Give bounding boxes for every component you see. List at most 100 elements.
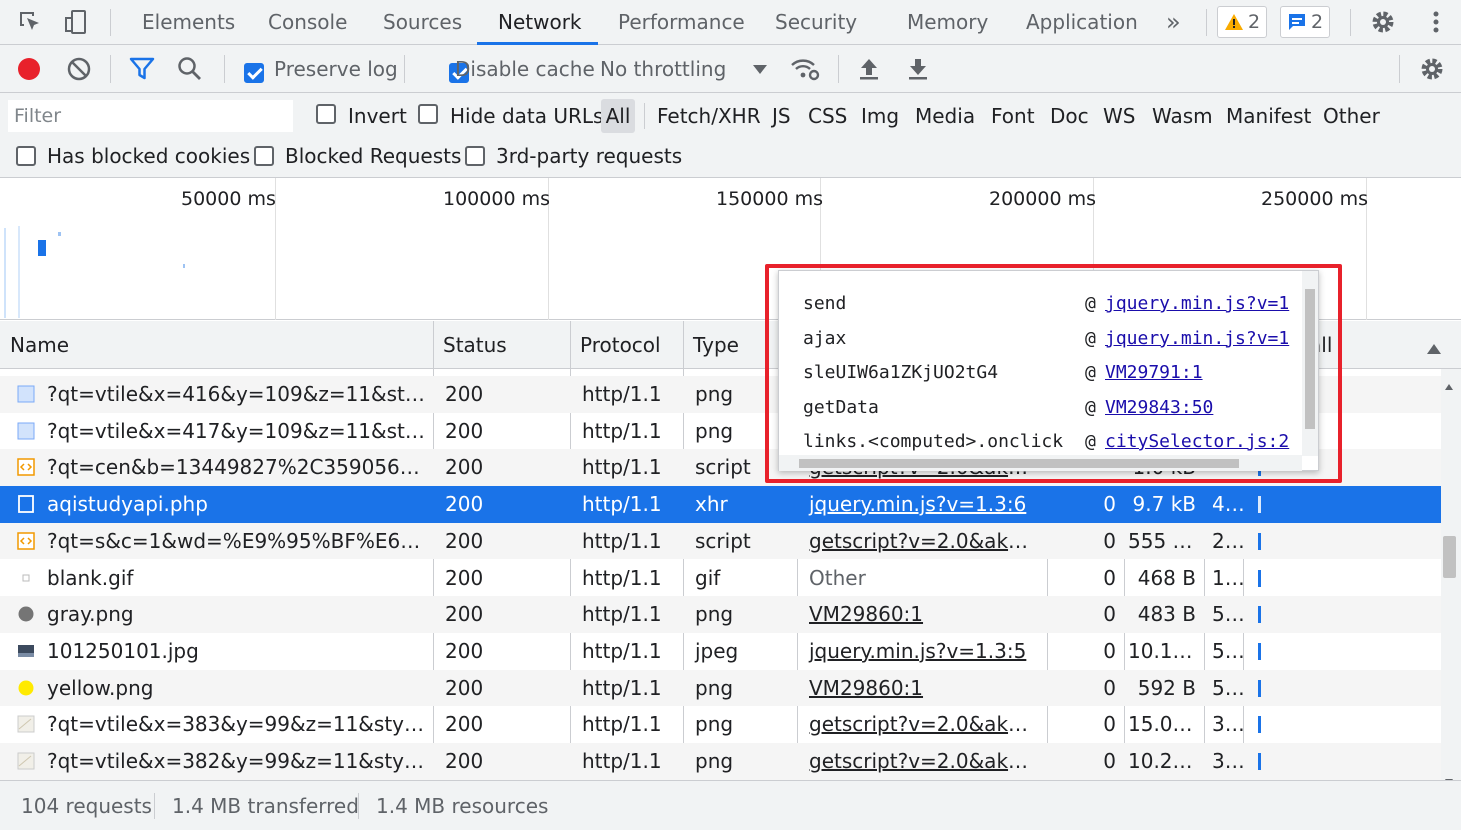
cell-name: ?qt=vtile&x=382&y=99&z=11&styles...	[0, 743, 433, 780]
cell-size-b: 468 B	[1124, 560, 1204, 597]
separator	[110, 9, 111, 36]
tab-console[interactable]: Console	[268, 0, 347, 45]
export-har-icon[interactable]	[902, 53, 934, 85]
messages-badge[interactable]: 2	[1280, 6, 1331, 38]
invert-checkbox[interactable]	[316, 104, 336, 124]
type-text: png	[695, 712, 734, 737]
warnings-badge[interactable]: 2	[1217, 6, 1268, 38]
table-scrollbar-thumb[interactable]	[1443, 536, 1456, 578]
status-text: 200	[445, 455, 484, 480]
filter-type-all[interactable]: All	[601, 99, 635, 133]
filter-type-font[interactable]: Font	[991, 93, 1035, 139]
network-conditions-icon[interactable]	[789, 53, 821, 85]
tab-sources[interactable]: Sources	[383, 0, 462, 45]
timeline-activity-mark	[183, 264, 185, 268]
record-icon[interactable]	[13, 53, 45, 85]
cell-initiator[interactable]: getscript?v=2.0&ak=V...	[797, 743, 1047, 780]
tab-memory[interactable]: Memory	[907, 0, 988, 45]
filter-type-js[interactable]: JS	[772, 93, 791, 139]
name-text: yellow.png	[47, 675, 154, 700]
hide-data-urls-checkbox[interactable]	[418, 104, 438, 124]
cell-protocol: http/1.1	[570, 743, 683, 780]
table-row[interactable]: 101250101.jpg 200 http/1.1 jpeg jquery.min.j…	[0, 633, 1441, 670]
type-text: png	[695, 382, 734, 406]
cell-status: 200	[433, 743, 570, 780]
cell-initiator[interactable]: VM29860:1	[797, 670, 1047, 707]
table-row[interactable]: aqistudyapi.php 200 http/1.1 xhr jquery.min.…	[0, 486, 1441, 523]
settings-gear-icon[interactable]	[1367, 6, 1399, 38]
status-text: 200	[445, 675, 484, 700]
filter-type-doc[interactable]: Doc	[1050, 93, 1089, 139]
cell-initiator[interactable]: getscript?v=2.0&ak=V...	[797, 706, 1047, 743]
tab-security[interactable]: Security	[775, 0, 857, 45]
table-row[interactable]: gray.png 200 http/1.1 png VM29860:1 0 483 B 5..…	[0, 596, 1441, 633]
type-text: png	[695, 602, 734, 627]
filter-type-img[interactable]: Img	[861, 93, 899, 139]
dropdown-triangle-icon[interactable]	[744, 53, 776, 85]
search-icon[interactable]	[174, 53, 206, 85]
annotation-highlight-box	[765, 264, 1342, 483]
scroll-up-arrow-icon[interactable]	[1444, 372, 1454, 396]
inspect-element-icon[interactable]	[14, 6, 46, 38]
cell-status: 200	[433, 523, 570, 560]
kebab-menu-icon[interactable]	[1420, 6, 1452, 38]
timeline-tick-label: 100000 ms	[443, 188, 550, 210]
name-text: ?qt=vtile&x=382&y=99&z=11&styles...	[47, 749, 433, 773]
waterfall-bar	[1258, 496, 1261, 514]
separator	[110, 55, 111, 83]
column-header-protocol[interactable]: Protocol	[570, 321, 683, 369]
cell-initiator[interactable]: VM29860:1	[797, 596, 1047, 633]
third-party-requests-checkbox[interactable]	[465, 146, 485, 166]
filter-funnel-icon[interactable]	[126, 53, 158, 85]
filter-input[interactable]	[8, 100, 293, 132]
filter-type-css[interactable]: CSS	[808, 93, 847, 139]
type-text: script	[695, 528, 751, 553]
filter-type-ws[interactable]: WS	[1103, 93, 1135, 139]
device-toolbar-icon[interactable]	[60, 6, 92, 38]
table-row[interactable]: ?qt=vtile&x=382&y=99&z=11&styles... 200 ht…	[0, 743, 1441, 780]
cell-time: 2...	[1204, 523, 1243, 560]
column-header-status[interactable]: Status	[433, 321, 570, 369]
throttling-select[interactable]: No throttling	[600, 45, 726, 93]
tab-performance[interactable]: Performance	[618, 0, 745, 45]
column-header-name[interactable]: Name	[0, 321, 433, 369]
table-row[interactable]: blank.gif 200 http/1.1 gif Other 0 468 B 1...	[0, 560, 1441, 597]
separator	[644, 103, 645, 129]
cell-initiator[interactable]: Other	[797, 560, 1047, 597]
tab-elements[interactable]: Elements	[142, 0, 235, 45]
initiator-text: getscript?v=2.0&ak=V...	[809, 528, 1047, 553]
filter-type-wasm[interactable]: Wasm	[1152, 93, 1213, 139]
size_a-text: 0	[1103, 492, 1116, 517]
separator	[358, 793, 359, 819]
cell-initiator[interactable]: getscript?v=2.0&ak=V...	[797, 523, 1047, 560]
blocked-requests-checkbox[interactable]	[254, 146, 274, 166]
sort-ascending-icon[interactable]	[1426, 337, 1442, 361]
more-tabs-button[interactable]: »	[1166, 0, 1181, 45]
cell-initiator[interactable]: jquery.min.js?v=1.3:6	[797, 486, 1047, 523]
size_b-text: 468 B	[1137, 565, 1196, 590]
cell-name: ?qt=vtile&x=417&y=109&z=11&styles...	[0, 413, 433, 450]
devtools-tabbar: Elements Console Sources Network Perform…	[0, 0, 1461, 45]
status-text: 200	[445, 602, 484, 627]
import-har-icon[interactable]	[853, 53, 885, 85]
waterfall-bar	[1258, 679, 1261, 697]
table-row[interactable]: yellow.png 200 http/1.1 png VM29860:1 0 592 B 5…	[0, 669, 1441, 707]
filter-type-other[interactable]: Other	[1323, 93, 1380, 139]
cell-initiator[interactable]: jquery.min.js?v=1.3:5	[797, 633, 1047, 670]
cell-status: 200	[433, 670, 570, 707]
network-settings-gear-icon[interactable]	[1416, 53, 1448, 85]
cell-size-b: 483 B	[1124, 596, 1204, 633]
tab-application[interactable]: Application	[1026, 0, 1138, 45]
preserve-log-checkbox[interactable]	[244, 62, 264, 83]
cell-name: ?qt=vtile&x=383&y=99&z=11&styles...	[0, 706, 433, 743]
clear-icon[interactable]	[63, 53, 95, 85]
has-blocked-cookies-checkbox[interactable]	[16, 146, 36, 166]
time-text: 5...	[1212, 675, 1243, 700]
tab-network[interactable]: Network	[498, 0, 582, 45]
filter-type-manifest[interactable]: Manifest	[1226, 93, 1311, 139]
table-row[interactable]: ?qt=vtile&x=383&y=99&z=11&styles... 200 ht…	[0, 706, 1441, 743]
status-text: 200	[445, 528, 484, 553]
filter-type-media[interactable]: Media	[915, 93, 975, 139]
table-row[interactable]: ?qt=s&c=1&wd=%E9%95%BF%E6%B2... 200 http/1…	[0, 522, 1441, 560]
cell-size-b: 10.2 ...	[1124, 743, 1204, 780]
